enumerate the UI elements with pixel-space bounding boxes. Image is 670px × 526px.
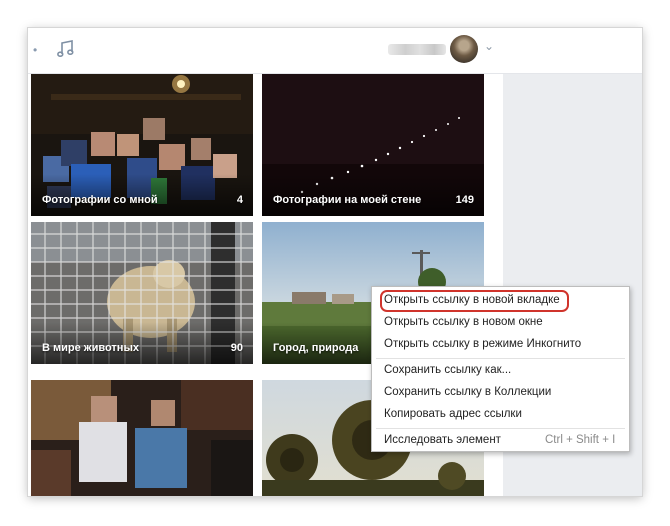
menu-item-save-to-collections[interactable]: Сохранить ссылку в Коллекции: [372, 383, 629, 403]
album-cover-image: [31, 380, 253, 496]
menu-item-label: Исследовать элемент: [384, 434, 501, 446]
menu-item-save-link-as[interactable]: Сохранить ссылку как...: [372, 361, 629, 381]
menu-item-label: Сохранить ссылку как...: [384, 364, 512, 376]
album-title: Фотографии со мной: [42, 194, 158, 206]
menu-separator: [376, 428, 625, 429]
music-note-icon[interactable]: [55, 38, 77, 65]
album-card[interactable]: Фотографии на моей стене 149: [262, 74, 484, 216]
top-bar: • ⌄: [28, 28, 642, 74]
album-photo-count: 149: [455, 194, 474, 206]
album-card[interactable]: Фотографии со мной 4: [31, 74, 253, 216]
browser-window: • ⌄ Фотографии со мной 4 Фотографии на м…: [28, 28, 642, 496]
album-title: Фотографии на моей стене: [273, 194, 422, 206]
menu-item-label: Открыть ссылку в новом окне: [384, 316, 543, 328]
chevron-down-icon[interactable]: ⌄: [484, 39, 494, 53]
menu-item-open-incognito[interactable]: Открыть ссылку в режиме Инкогнито: [372, 335, 629, 355]
album-photo-count: 90: [230, 342, 243, 354]
album-title: Город, природа: [273, 342, 359, 354]
menu-item-shortcut: Ctrl + Shift + I: [545, 434, 616, 446]
menu-item-inspect[interactable]: Исследовать элемент Ctrl + Shift + I: [372, 431, 629, 451]
user-name-blurred[interactable]: [388, 44, 446, 55]
highlight-annotation: [380, 290, 569, 312]
menu-item-label: Открыть ссылку в режиме Инкогнито: [384, 338, 582, 350]
menu-separator: [376, 358, 625, 359]
album-photo-count: 4: [236, 194, 243, 206]
menu-item-copy-link-address[interactable]: Копировать адрес ссылки: [372, 405, 629, 425]
nav-dot: •: [33, 43, 38, 57]
menu-item-label: Копировать адрес ссылки: [384, 408, 522, 420]
menu-item-open-new-window[interactable]: Открыть ссылку в новом окне: [372, 313, 629, 333]
album-card[interactable]: В мире животных 90: [31, 222, 253, 364]
menu-item-label: Сохранить ссылку в Коллекции: [384, 386, 552, 398]
album-title: В мире животных: [42, 342, 139, 354]
album-card[interactable]: [31, 380, 253, 496]
avatar[interactable]: [450, 35, 478, 63]
